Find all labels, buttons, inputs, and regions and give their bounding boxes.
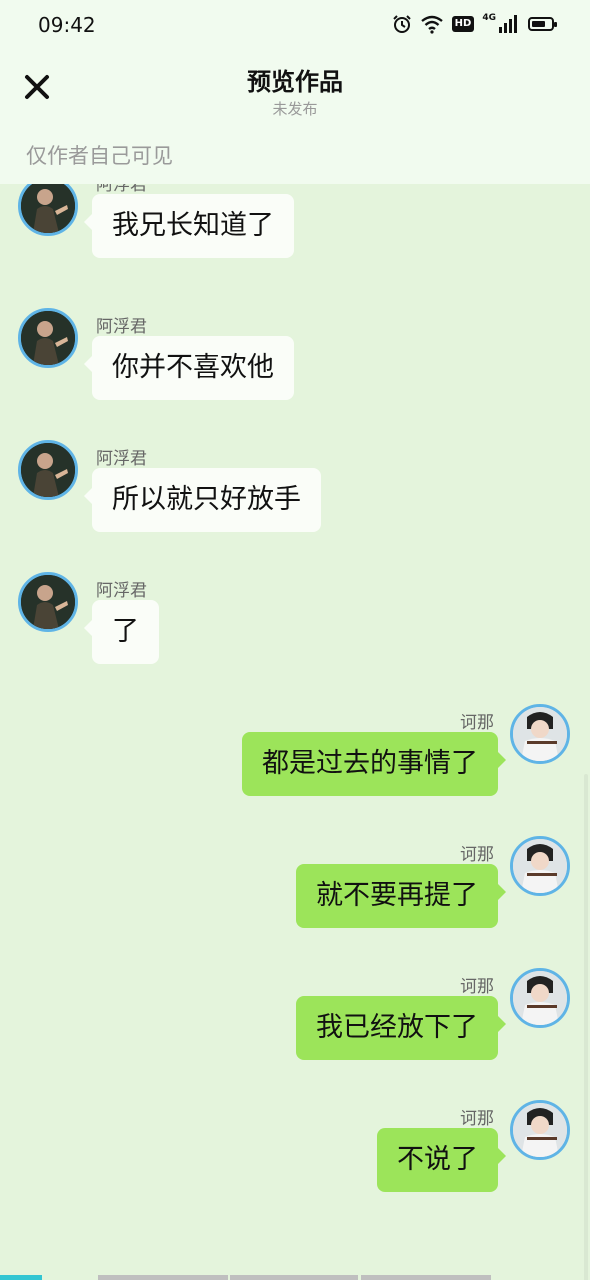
message-bubble[interactable]: 都是过去的事情了 <box>242 732 506 796</box>
message-bubble[interactable]: 了 <box>84 600 159 664</box>
message-bubble[interactable]: 不说了 <box>377 1128 506 1192</box>
sender-name: 诃那 <box>460 713 494 733</box>
message-bubble[interactable]: 你并不喜欢他 <box>84 336 294 400</box>
message-bubble[interactable]: 我已经放下了 <box>296 996 506 1060</box>
message-bubble[interactable]: 所以就只好放手 <box>84 468 321 532</box>
avatar-image <box>513 1103 567 1157</box>
avatar[interactable] <box>510 968 570 1028</box>
avatar-image <box>513 707 567 761</box>
progress-segment <box>361 1275 491 1280</box>
progress-segment <box>98 1275 228 1280</box>
battery-level-fill <box>532 21 545 27</box>
chat-area[interactable]: 阿浮君 我兄长知道了 阿浮君 你并不喜欢他 阿浮君 所以就只好放手 阿浮君 了 … <box>0 184 590 1280</box>
avatar[interactable] <box>510 704 570 764</box>
status-time: 09:42 <box>38 13 96 37</box>
avatar[interactable] <box>510 1100 570 1160</box>
sender-name: 阿浮君 <box>96 581 147 601</box>
network-label: 4G <box>482 13 496 23</box>
visibility-note: 仅作者自己可见 <box>26 144 173 168</box>
sender-name: 阿浮君 <box>96 449 147 469</box>
bottom-progress-bar <box>0 1274 590 1280</box>
avatar-image <box>21 311 75 365</box>
battery-icon <box>528 17 557 31</box>
alarm-icon <box>392 15 411 33</box>
sender-name: 诃那 <box>460 977 494 997</box>
header: 预览作品 未发布 仅作者自己可见 <box>0 52 590 184</box>
avatar[interactable] <box>18 184 78 236</box>
avatar-image <box>513 839 567 893</box>
message-bubble[interactable]: 就不要再提了 <box>296 864 506 928</box>
avatar[interactable] <box>18 572 78 632</box>
progress-segment <box>230 1275 358 1280</box>
avatar-image <box>21 184 75 233</box>
signal-icon <box>499 15 517 33</box>
progress-segment-active <box>0 1275 42 1280</box>
message-bubble[interactable]: 我兄长知道了 <box>84 194 294 258</box>
avatar-image <box>21 443 75 497</box>
page-subtitle: 未发布 <box>272 100 318 118</box>
avatar[interactable] <box>18 308 78 368</box>
sender-name: 诃那 <box>460 845 494 865</box>
avatar[interactable] <box>18 440 78 500</box>
status-icons: HD 4G <box>392 13 557 34</box>
avatar-image <box>513 971 567 1025</box>
page-title: 预览作品 <box>247 68 343 96</box>
sender-name: 诃那 <box>460 1109 494 1129</box>
sender-name: 阿浮君 <box>96 317 147 337</box>
status-bar: 09:42 HD 4G <box>0 0 590 52</box>
hd-icon: HD <box>451 16 475 32</box>
avatar-image <box>21 575 75 629</box>
avatar[interactable] <box>510 836 570 896</box>
wifi-icon <box>420 15 443 34</box>
scrollbar[interactable] <box>584 774 588 1280</box>
